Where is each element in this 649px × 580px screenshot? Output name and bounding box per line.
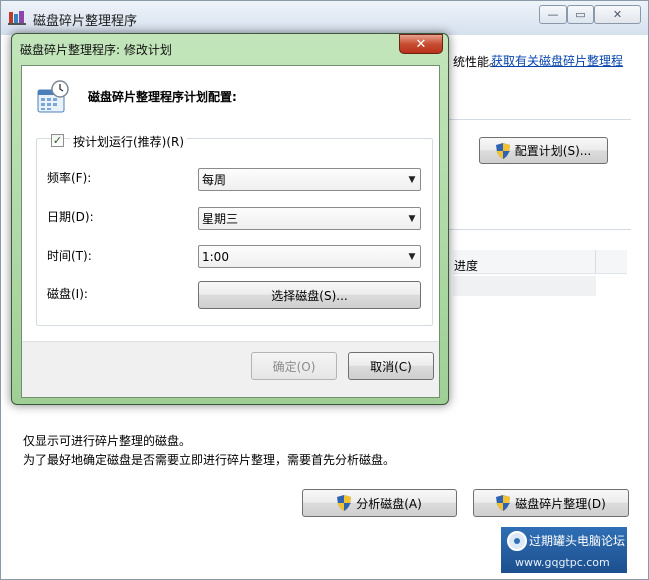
minimize-button[interactable]: — xyxy=(539,5,567,24)
select-disks-button[interactable]: 选择磁盘(S)... xyxy=(198,281,421,309)
watermark-url: www.gqgtpc.com xyxy=(515,556,610,569)
ok-button[interactable]: 确定(O) xyxy=(251,352,337,380)
watermark-text: 过期罐头电脑论坛 xyxy=(529,534,626,548)
forum-logo-icon xyxy=(507,531,527,551)
ok-label: 确定(O) xyxy=(272,359,316,374)
time-dropdown[interactable]: 1:00 ▼ xyxy=(198,245,421,268)
disks-label: 磁盘(I): xyxy=(47,287,88,301)
dialog-close-button[interactable]: ✕ xyxy=(399,34,443,54)
checkmark-icon: ✓ xyxy=(52,134,63,147)
day-dropdown[interactable]: 星期三 ▼ xyxy=(198,207,421,230)
section-divider xyxy=(449,119,631,120)
cancel-button[interactable]: 取消(C) xyxy=(348,352,434,380)
configure-schedule-label: 配置计划(S)... xyxy=(514,144,592,158)
defragment-disk-button[interactable]: 磁盘碎片整理(D) xyxy=(473,489,629,517)
progress-column-header[interactable]: 进度 xyxy=(454,257,478,274)
maximize-icon: ▭ xyxy=(575,8,586,21)
section-divider xyxy=(449,229,631,230)
day-label: 日期(D): xyxy=(47,210,94,224)
forum-watermark: 过期罐头电脑论坛 www.gqgtpc.com xyxy=(501,527,627,573)
chevron-down-icon: ▼ xyxy=(408,174,416,185)
dialog-body: 磁盘碎片整理程序计划配置: ✓ 按计划运行(推荐)(R) 频率(F): 每周 ▼… xyxy=(21,65,440,398)
analyze-disk-button[interactable]: 分析磁盘(A) xyxy=(302,489,457,517)
note-line-2: 为了最好地确定磁盘是否需要立即进行碎片整理，需要首先分析磁盘。 xyxy=(23,453,396,467)
help-link[interactable]: 获取有关磁盘碎片整理程 xyxy=(491,52,623,69)
maximize-button[interactable]: ▭ xyxy=(567,5,594,24)
run-on-schedule-checkbox[interactable]: ✓ xyxy=(51,134,64,147)
note-line-1: 仅显示可进行碎片整理的磁盘。 xyxy=(23,434,192,448)
uac-shield-icon xyxy=(337,495,352,511)
main-window-title: 磁盘碎片整理程序 xyxy=(33,14,138,29)
run-on-schedule-label[interactable]: 按计划运行(推荐)(R) xyxy=(70,133,188,150)
frequency-dropdown[interactable]: 每周 ▼ xyxy=(198,168,421,191)
analyze-disk-label: 分析磁盘(A) xyxy=(356,496,422,511)
configure-schedule-button[interactable]: 配置计划(S)... xyxy=(479,137,608,164)
disk-list-header xyxy=(453,250,627,274)
dialog-heading: 磁盘碎片整理程序计划配置: xyxy=(88,90,237,104)
dialog-footer: 确定(O) 取消(C) xyxy=(22,341,439,397)
close-icon: ✕ xyxy=(612,8,623,21)
modify-schedule-dialog: 磁盘碎片整理程序: 修改计划 ✕ 磁盘碎片整理程序计划配置: ✓ 按计划运行(推… xyxy=(11,33,449,405)
cancel-label: 取消(C) xyxy=(370,359,412,374)
uac-shield-icon xyxy=(496,495,511,511)
frequency-label: 频率(F): xyxy=(47,171,92,185)
time-value: 1:00 xyxy=(202,249,229,264)
time-label: 时间(T): xyxy=(47,249,92,263)
main-close-button[interactable]: ✕ xyxy=(594,5,641,24)
dialog-title: 磁盘碎片整理程序: 修改计划 xyxy=(20,43,172,57)
calendar-clock-icon xyxy=(37,80,69,113)
defragment-disk-label: 磁盘碎片整理(D) xyxy=(515,496,606,511)
chevron-down-icon: ▼ xyxy=(408,251,416,262)
close-icon: ✕ xyxy=(415,36,427,52)
column-separator[interactable] xyxy=(595,250,596,274)
chevron-down-icon: ▼ xyxy=(408,213,416,224)
defrag-app-icon xyxy=(8,11,26,25)
minimize-icon: — xyxy=(547,8,559,21)
frequency-value: 每周 xyxy=(202,173,227,187)
select-disks-label: 选择磁盘(S)... xyxy=(271,288,348,303)
day-value: 星期三 xyxy=(202,212,239,226)
disk-list-row[interactable] xyxy=(453,276,596,296)
uac-shield-icon xyxy=(495,142,510,159)
main-titlebar[interactable]: 磁盘碎片整理程序 — ▭ ✕ xyxy=(1,1,648,35)
